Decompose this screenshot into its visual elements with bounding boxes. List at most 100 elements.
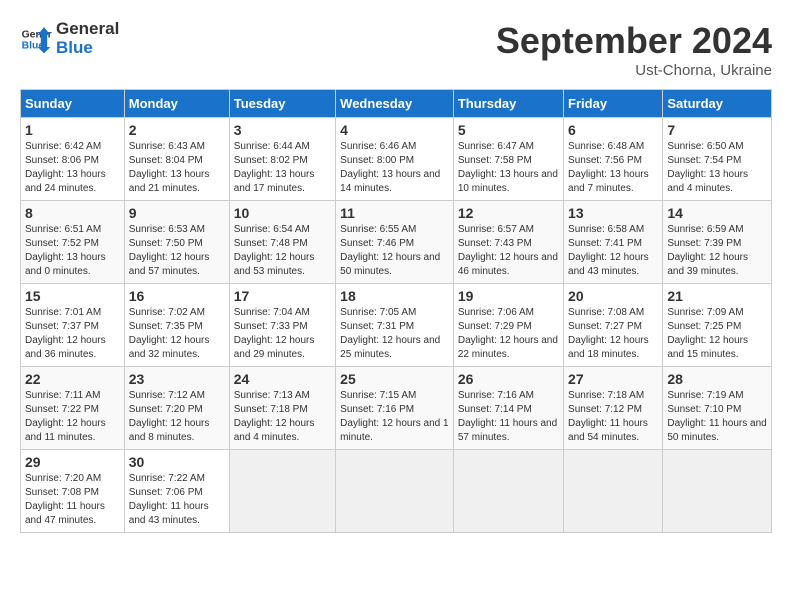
day-number: 7 (667, 122, 767, 138)
day-number: 29 (25, 454, 120, 470)
day-number: 26 (458, 371, 559, 387)
day-number: 20 (568, 288, 658, 304)
logo-icon: General Blue (20, 23, 52, 55)
logo-blue: Blue (56, 39, 119, 58)
day-number: 5 (458, 122, 559, 138)
day-info: Sunrise: 7:09 AM Sunset: 7:25 PM Dayligh… (667, 306, 767, 362)
day-info: Sunrise: 6:44 AM Sunset: 8:02 PM Dayligh… (234, 140, 331, 196)
day-number: 19 (458, 288, 559, 304)
calendar-cell: 19 Sunrise: 7:06 AM Sunset: 7:29 PM Dayl… (453, 284, 563, 367)
day-number: 25 (340, 371, 449, 387)
calendar-cell: 2 Sunrise: 6:43 AM Sunset: 8:04 PM Dayli… (124, 118, 229, 201)
day-info: Sunrise: 6:55 AM Sunset: 7:46 PM Dayligh… (340, 223, 449, 279)
calendar-week-row: 29 Sunrise: 7:20 AM Sunset: 7:08 PM Dayl… (21, 450, 772, 533)
calendar-cell: 11 Sunrise: 6:55 AM Sunset: 7:46 PM Dayl… (336, 201, 454, 284)
col-header-wednesday: Wednesday (336, 90, 454, 118)
calendar-cell: 8 Sunrise: 6:51 AM Sunset: 7:52 PM Dayli… (21, 201, 125, 284)
day-info: Sunrise: 7:02 AM Sunset: 7:35 PM Dayligh… (129, 306, 225, 362)
title-block: September 2024 Ust-Chorna, Ukraine (496, 20, 772, 79)
day-info: Sunrise: 7:04 AM Sunset: 7:33 PM Dayligh… (234, 306, 331, 362)
day-number: 9 (129, 205, 225, 221)
day-info: Sunrise: 7:19 AM Sunset: 7:10 PM Dayligh… (667, 389, 767, 445)
day-info: Sunrise: 6:59 AM Sunset: 7:39 PM Dayligh… (667, 223, 767, 279)
day-number: 18 (340, 288, 449, 304)
calendar-cell: 6 Sunrise: 6:48 AM Sunset: 7:56 PM Dayli… (564, 118, 663, 201)
calendar-cell: 5 Sunrise: 6:47 AM Sunset: 7:58 PM Dayli… (453, 118, 563, 201)
day-number: 8 (25, 205, 120, 221)
calendar-table: SundayMondayTuesdayWednesdayThursdayFrid… (20, 89, 772, 533)
day-info: Sunrise: 7:08 AM Sunset: 7:27 PM Dayligh… (568, 306, 658, 362)
day-number: 30 (129, 454, 225, 470)
calendar-week-row: 22 Sunrise: 7:11 AM Sunset: 7:22 PM Dayl… (21, 367, 772, 450)
calendar-cell (453, 450, 563, 533)
calendar-cell: 10 Sunrise: 6:54 AM Sunset: 7:48 PM Dayl… (229, 201, 335, 284)
calendar-cell: 7 Sunrise: 6:50 AM Sunset: 7:54 PM Dayli… (663, 118, 772, 201)
calendar-cell (229, 450, 335, 533)
calendar-week-row: 15 Sunrise: 7:01 AM Sunset: 7:37 PM Dayl… (21, 284, 772, 367)
day-number: 21 (667, 288, 767, 304)
calendar-cell: 16 Sunrise: 7:02 AM Sunset: 7:35 PM Dayl… (124, 284, 229, 367)
day-info: Sunrise: 7:06 AM Sunset: 7:29 PM Dayligh… (458, 306, 559, 362)
day-number: 16 (129, 288, 225, 304)
calendar-cell: 21 Sunrise: 7:09 AM Sunset: 7:25 PM Dayl… (663, 284, 772, 367)
calendar-cell: 28 Sunrise: 7:19 AM Sunset: 7:10 PM Dayl… (663, 367, 772, 450)
calendar-cell: 30 Sunrise: 7:22 AM Sunset: 7:06 PM Dayl… (124, 450, 229, 533)
calendar-cell: 12 Sunrise: 6:57 AM Sunset: 7:43 PM Dayl… (453, 201, 563, 284)
day-info: Sunrise: 6:43 AM Sunset: 8:04 PM Dayligh… (129, 140, 225, 196)
day-number: 11 (340, 205, 449, 221)
col-header-tuesday: Tuesday (229, 90, 335, 118)
calendar-cell: 1 Sunrise: 6:42 AM Sunset: 8:06 PM Dayli… (21, 118, 125, 201)
day-info: Sunrise: 7:01 AM Sunset: 7:37 PM Dayligh… (25, 306, 120, 362)
col-header-monday: Monday (124, 90, 229, 118)
day-info: Sunrise: 6:51 AM Sunset: 7:52 PM Dayligh… (25, 223, 120, 279)
day-number: 22 (25, 371, 120, 387)
calendar-week-row: 1 Sunrise: 6:42 AM Sunset: 8:06 PM Dayli… (21, 118, 772, 201)
day-info: Sunrise: 7:16 AM Sunset: 7:14 PM Dayligh… (458, 389, 559, 445)
day-number: 3 (234, 122, 331, 138)
calendar-cell: 9 Sunrise: 6:53 AM Sunset: 7:50 PM Dayli… (124, 201, 229, 284)
calendar-cell: 3 Sunrise: 6:44 AM Sunset: 8:02 PM Dayli… (229, 118, 335, 201)
day-info: Sunrise: 6:48 AM Sunset: 7:56 PM Dayligh… (568, 140, 658, 196)
col-header-sunday: Sunday (21, 90, 125, 118)
calendar-cell: 23 Sunrise: 7:12 AM Sunset: 7:20 PM Dayl… (124, 367, 229, 450)
day-info: Sunrise: 6:46 AM Sunset: 8:00 PM Dayligh… (340, 140, 449, 196)
month-title: September 2024 (496, 20, 772, 62)
day-info: Sunrise: 7:12 AM Sunset: 7:20 PM Dayligh… (129, 389, 225, 445)
calendar-header-row: SundayMondayTuesdayWednesdayThursdayFrid… (21, 90, 772, 118)
day-info: Sunrise: 7:15 AM Sunset: 7:16 PM Dayligh… (340, 389, 449, 445)
calendar-cell: 26 Sunrise: 7:16 AM Sunset: 7:14 PM Dayl… (453, 367, 563, 450)
day-number: 2 (129, 122, 225, 138)
day-info: Sunrise: 6:42 AM Sunset: 8:06 PM Dayligh… (25, 140, 120, 196)
calendar-cell: 29 Sunrise: 7:20 AM Sunset: 7:08 PM Dayl… (21, 450, 125, 533)
calendar-cell: 22 Sunrise: 7:11 AM Sunset: 7:22 PM Dayl… (21, 367, 125, 450)
calendar-cell: 20 Sunrise: 7:08 AM Sunset: 7:27 PM Dayl… (564, 284, 663, 367)
calendar-cell: 14 Sunrise: 6:59 AM Sunset: 7:39 PM Dayl… (663, 201, 772, 284)
day-info: Sunrise: 7:11 AM Sunset: 7:22 PM Dayligh… (25, 389, 120, 445)
day-info: Sunrise: 7:05 AM Sunset: 7:31 PM Dayligh… (340, 306, 449, 362)
calendar-cell (663, 450, 772, 533)
col-header-thursday: Thursday (453, 90, 563, 118)
day-info: Sunrise: 7:18 AM Sunset: 7:12 PM Dayligh… (568, 389, 658, 445)
calendar-cell: 27 Sunrise: 7:18 AM Sunset: 7:12 PM Dayl… (564, 367, 663, 450)
day-info: Sunrise: 7:20 AM Sunset: 7:08 PM Dayligh… (25, 472, 120, 528)
calendar-week-row: 8 Sunrise: 6:51 AM Sunset: 7:52 PM Dayli… (21, 201, 772, 284)
day-number: 15 (25, 288, 120, 304)
day-number: 12 (458, 205, 559, 221)
day-number: 27 (568, 371, 658, 387)
day-info: Sunrise: 6:54 AM Sunset: 7:48 PM Dayligh… (234, 223, 331, 279)
col-header-friday: Friday (564, 90, 663, 118)
location-subtitle: Ust-Chorna, Ukraine (496, 62, 772, 79)
day-number: 14 (667, 205, 767, 221)
day-number: 28 (667, 371, 767, 387)
day-info: Sunrise: 6:50 AM Sunset: 7:54 PM Dayligh… (667, 140, 767, 196)
calendar-cell: 24 Sunrise: 7:13 AM Sunset: 7:18 PM Dayl… (229, 367, 335, 450)
calendar-cell: 25 Sunrise: 7:15 AM Sunset: 7:16 PM Dayl… (336, 367, 454, 450)
day-info: Sunrise: 6:53 AM Sunset: 7:50 PM Dayligh… (129, 223, 225, 279)
calendar-cell: 4 Sunrise: 6:46 AM Sunset: 8:00 PM Dayli… (336, 118, 454, 201)
day-info: Sunrise: 6:58 AM Sunset: 7:41 PM Dayligh… (568, 223, 658, 279)
day-number: 13 (568, 205, 658, 221)
col-header-saturday: Saturday (663, 90, 772, 118)
day-number: 23 (129, 371, 225, 387)
day-number: 24 (234, 371, 331, 387)
calendar-cell: 13 Sunrise: 6:58 AM Sunset: 7:41 PM Dayl… (564, 201, 663, 284)
